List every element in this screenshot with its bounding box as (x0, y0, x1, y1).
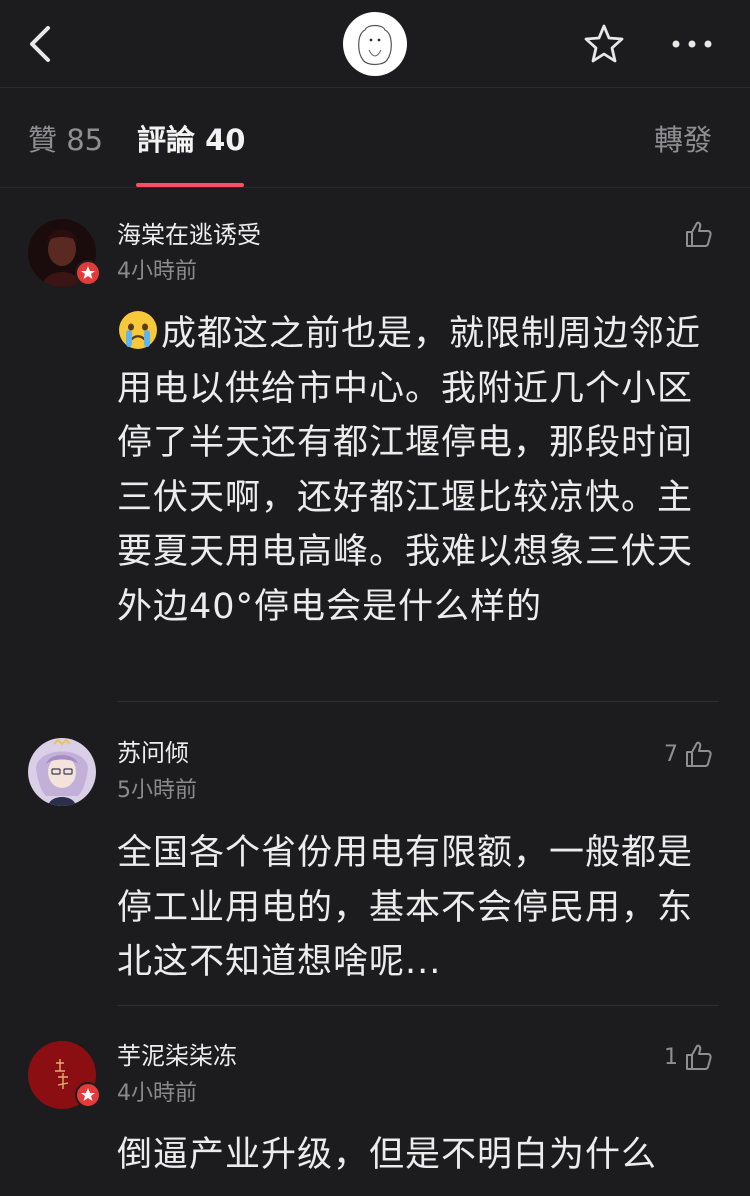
avatar-image (358, 24, 392, 66)
top-bar (0, 0, 750, 88)
comment-text: 倒逼产业升级，但是不明白为什么 (117, 1128, 717, 1183)
username[interactable]: 海棠在逃诱受 (117, 220, 261, 250)
like-count: 1 (664, 1044, 678, 1070)
comment-body: 倒逼产业升级，但是不明白为什么 (117, 1135, 658, 1175)
like-button[interactable] (684, 216, 714, 252)
comment-body: 全国各个省份用电有限额，一般都是停工业用电的，基本不会停民用，东北这不知道想啥呢… (117, 833, 694, 982)
comment-text: 全国各个省份用电有限额，一般都是停工业用电的，基本不会停民用，东北这不知道想啥呢… (117, 826, 717, 990)
avatar-image (28, 738, 96, 806)
verified-badge (75, 260, 101, 286)
timestamp: 5小時前 (117, 778, 197, 803)
ellipsis-icon[interactable] (666, 26, 718, 62)
divider (117, 701, 719, 702)
avatar[interactable] (343, 12, 407, 76)
like-count: 7 (664, 741, 678, 767)
avatar[interactable] (28, 738, 96, 806)
tab-likes[interactable]: 贊 85 (28, 120, 103, 160)
star-icon[interactable] (580, 20, 628, 68)
like-button[interactable]: 7 (664, 736, 714, 772)
username[interactable]: 芋泥柒柒冻 (117, 1041, 237, 1071)
chevron-left-icon[interactable] (22, 20, 62, 68)
tab-reposts[interactable]: 轉發 (654, 120, 712, 160)
tab-bar: 贊 85 評論 40 轉發 (0, 88, 750, 188)
comment-text: 成都这之前也是，就限制周边邻近用电以供给市中心。我附近几个小区停了半天还有都江堰… (117, 307, 717, 634)
divider (117, 1005, 719, 1006)
comment-body: 成都这之前也是，就限制周边邻近用电以供给市中心。我附近几个小区停了半天还有都江堰… (117, 314, 702, 627)
thumbs-up-icon (686, 1044, 712, 1070)
tab-comments[interactable]: 評論 40 (137, 120, 245, 160)
thumbs-up-icon (686, 221, 712, 247)
crying-face-emoji (119, 311, 157, 349)
timestamp: 4小時前 (117, 1081, 197, 1106)
verified-badge (75, 1082, 101, 1108)
username[interactable]: 苏问倾 (117, 738, 189, 768)
like-button[interactable]: 1 (664, 1039, 714, 1075)
thumbs-up-icon (686, 741, 712, 767)
timestamp: 4小時前 (117, 259, 197, 284)
active-tab-indicator (136, 183, 244, 187)
